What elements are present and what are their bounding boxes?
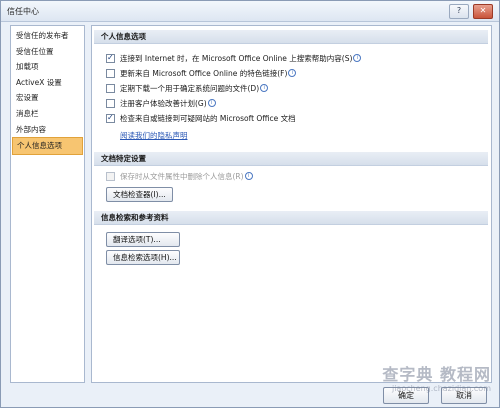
sidebar-item-activex-settings[interactable]: ActiveX 设置 [11,75,84,91]
checkbox[interactable] [106,68,115,78]
info-icon: i [288,69,297,77]
option-featured-links[interactable]: 更新来自 Microsoft Office Online 的特色链接(F) i [106,68,297,80]
main-panel: 个人信息选项 连接到 Internet 时，在 Microsoft Office… [91,25,492,383]
close-button[interactable]: ✕ [473,4,493,19]
translation-options-button[interactable]: 翻译选项(T)... [106,232,180,247]
privacy-statement-link[interactable]: 阅读我们的隐私声明 [120,130,188,141]
help-button[interactable]: ? [449,4,469,19]
info-icon: i [260,84,269,92]
info-icon: i [353,54,362,62]
checkbox[interactable] [106,83,115,93]
window-title: 信任中心 [7,7,39,16]
watermark-title: 查字典 教程网 [382,365,491,384]
info-icon: i [207,99,216,107]
section-header-research: 信息检索和参考资料 [94,211,488,225]
sidebar-item-message-bar[interactable]: 消息栏 [11,106,84,122]
info-icon: i [244,172,253,180]
trust-center-window: 信任中心 ? ✕ 受信任的发布者 受信任位置 加载项 ActiveX 设置 宏设… [0,0,500,408]
sidebar-item-macro-settings[interactable]: 宏设置 [11,90,84,106]
sidebar-item-add-ins[interactable]: 加载项 [11,59,84,75]
research-options-button[interactable]: 信息检索选项(H)... [106,250,180,265]
title-bar: 信任中心 ? ✕ [1,1,499,22]
checkbox[interactable] [106,171,115,181]
option-check-suspicious-sites[interactable]: 检查来自或链接到可疑网站的 Microsoft Office 文档 [106,112,296,125]
checkbox[interactable] [106,52,115,64]
sidebar-item-trusted-publishers[interactable]: 受信任的发布者 [11,28,84,44]
option-download-diagnostic-file[interactable]: 定期下载一个用于确定系统问题的文件(D) i [106,83,269,95]
option-remove-personal-info[interactable]: 保存时从文件属性中删除个人信息(R) i [106,171,253,183]
option-search-help-online[interactable]: 连接到 Internet 时，在 Microsoft Office Online… [106,52,362,65]
checkbox[interactable] [106,112,115,124]
checkbox[interactable] [106,98,115,108]
watermark-url: jiaocheng.chazidian.com [391,384,491,393]
sidebar-item-external-content[interactable]: 外部内容 [11,122,84,138]
option-customer-experience[interactable]: 注册客户体验改善计划(G) i [106,98,216,110]
sidebar-item-privacy-options[interactable]: 个人信息选项 [12,137,83,155]
watermark: 查字典 教程网 jiaocheng.chazidian.com [371,366,491,402]
sidebar-item-trusted-locations[interactable]: 受信任位置 [11,44,84,60]
section-header-document: 文档特定设置 [94,152,488,166]
document-inspector-button[interactable]: 文档检查器(I)... [106,187,173,202]
section-header-personal: 个人信息选项 [94,30,488,44]
sidebar: 受信任的发布者 受信任位置 加载项 ActiveX 设置 宏设置 消息栏 外部内… [10,25,85,383]
